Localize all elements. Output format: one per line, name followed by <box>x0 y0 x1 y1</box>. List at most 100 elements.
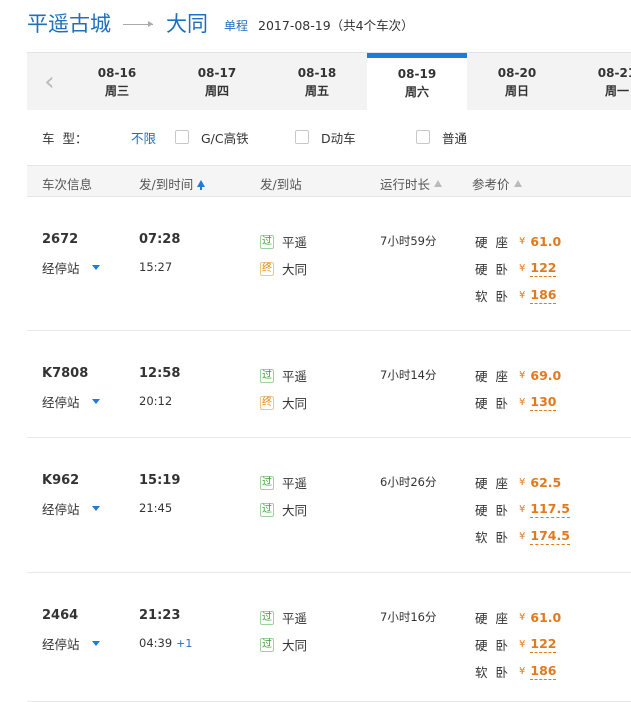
seat-class: 硬 座 <box>475 611 508 626</box>
yen-icon: ¥ <box>519 504 526 515</box>
station-type-badge: 终 <box>260 261 274 276</box>
stops-toggle[interactable]: 经停站 <box>42 499 100 518</box>
stops-toggle[interactable]: 经停站 <box>42 258 100 277</box>
date-tab[interactable]: 08-21 周一 <box>567 53 631 110</box>
seat-price: 硬 卧 ¥122 <box>475 635 557 654</box>
date-tab[interactable]: 08-19 周六 <box>367 53 467 111</box>
seat-class: 硬 卧 <box>475 503 508 518</box>
stops-label: 经停站 <box>42 637 80 652</box>
column-label: 发/到时间 <box>139 177 194 192</box>
depart-station: 过平遥 <box>260 366 307 385</box>
stops-toggle[interactable]: 经停站 <box>42 392 100 411</box>
price-tag[interactable]: ¥174.5 <box>519 528 570 545</box>
seat-price: 硬 卧 ¥130 <box>475 393 557 412</box>
depart-time: 12:58 <box>139 366 181 381</box>
column-duration[interactable]: 运行时长 <box>380 174 443 193</box>
station-type-badge: 过 <box>260 475 274 490</box>
caret-down-icon[interactable] <box>91 641 100 646</box>
seat-price: 硬 座 ¥61.0 <box>475 608 561 627</box>
depart-time: 21:23 <box>139 608 181 623</box>
train-row: K7808 经停站 12:58 20:12 过平遥终大同 7小时14分硬 座 ¥69.0 硬 … <box>27 331 631 438</box>
price-value[interactable]: 186 <box>530 663 557 680</box>
stops-label: 经停站 <box>42 261 80 276</box>
column-price[interactable]: 参考价 <box>472 174 522 193</box>
train-number[interactable]: 2672 <box>42 232 78 247</box>
station-name: 大同 <box>282 638 308 653</box>
seat-class: 硬 座 <box>475 476 508 491</box>
train-row: 2672 经停站 07:28 15:27 过平遥终大同 7小时59分 硬 座 ¥61.0 硬 卧… <box>27 197 631 331</box>
chevron-left-icon[interactable]: ‹ <box>27 53 72 110</box>
seat-price: 硬 座 ¥62.5 <box>475 473 561 492</box>
column-label: 发/到站 <box>260 177 302 192</box>
filter-option-label: 普通 <box>442 130 468 146</box>
seat-class: 硬 座 <box>475 369 508 384</box>
price-value[interactable]: 122 <box>530 260 557 277</box>
price-tag[interactable]: ¥186 <box>519 663 557 680</box>
column-station: 发/到站 <box>260 174 302 193</box>
date-tab[interactable]: 08-16 周三 <box>67 53 167 110</box>
price-tag[interactable]: ¥130 <box>519 394 557 411</box>
filter-value-all[interactable]: 不限 <box>131 128 156 147</box>
date-tab[interactable]: 08-17 周四 <box>167 53 267 110</box>
seat-class: 软 卧 <box>475 289 508 304</box>
checkbox[interactable] <box>416 130 430 144</box>
price-tag[interactable]: ¥122 <box>519 636 557 653</box>
date-tab-date: 08-21 <box>597 66 631 80</box>
price-tag[interactable]: ¥122 <box>519 260 557 277</box>
sort-up-icon[interactable] <box>434 180 443 187</box>
station-type-badge: 过 <box>260 502 274 517</box>
filter-option-label: D动车 <box>321 130 356 146</box>
train-number[interactable]: K7808 <box>42 366 88 381</box>
arrive-station: 过大同 <box>260 500 307 519</box>
yen-icon: ¥ <box>519 236 526 247</box>
price-tag[interactable]: ¥117.5 <box>519 501 570 518</box>
train-number[interactable]: K962 <box>42 473 79 488</box>
seat-price: 软 卧 ¥174.5 <box>475 527 570 546</box>
depart-time: 07:28 <box>139 232 181 247</box>
run-duration: 7小时14分 <box>380 368 437 382</box>
station-type-badge: 过 <box>260 368 274 383</box>
yen-icon: ¥ <box>519 612 526 623</box>
filter-option-normal[interactable]: 普通 <box>416 128 467 147</box>
column-time[interactable]: 发/到时间 <box>139 174 206 193</box>
arrive-time: 15:27 <box>139 260 173 274</box>
train-row: 2464 经停站 21:23 04:39 +1 过平遥过大同 7小时16分硬 座 ¥61.0 硬… <box>27 573 631 702</box>
station-name: 大同 <box>282 396 308 411</box>
filter-option-gc[interactable]: G/C高铁 <box>175 128 249 147</box>
price-value[interactable]: 186 <box>530 287 557 304</box>
yen-icon: ¥ <box>519 531 526 542</box>
yen-icon: ¥ <box>519 639 526 650</box>
price-value: 61.0 <box>530 610 562 625</box>
date-tab-weekday: 周六 <box>404 85 429 99</box>
sort-up-icon[interactable] <box>513 180 522 187</box>
yen-icon: ¥ <box>519 263 526 274</box>
date-tab-weekday: 周四 <box>204 84 229 98</box>
price-value[interactable]: 117.5 <box>530 501 570 518</box>
price-value[interactable]: 122 <box>530 636 557 653</box>
caret-down-icon[interactable] <box>91 506 100 511</box>
price-value[interactable]: 174.5 <box>530 528 570 545</box>
arrive-time: 20:12 <box>139 394 173 408</box>
seat-class: 硬 卧 <box>475 396 508 411</box>
caret-down-icon[interactable] <box>91 265 100 270</box>
checkbox[interactable] <box>295 130 309 144</box>
yen-icon: ¥ <box>519 666 526 677</box>
price-tag: ¥61.0 <box>519 610 561 625</box>
sort-up-icon[interactable] <box>197 180 206 190</box>
train-number[interactable]: 2464 <box>42 608 78 623</box>
column-label: 运行时长 <box>380 177 431 192</box>
arrive-station: 终大同 <box>260 259 307 278</box>
checkbox[interactable] <box>175 130 189 144</box>
station-name: 大同 <box>282 262 308 277</box>
price-value[interactable]: 130 <box>530 394 557 411</box>
trip-type-link[interactable]: 单程 <box>224 17 248 34</box>
stops-toggle[interactable]: 经停站 <box>42 634 100 653</box>
caret-down-icon[interactable] <box>91 399 100 404</box>
seat-class: 硬 卧 <box>475 262 508 277</box>
price-tag[interactable]: ¥186 <box>519 287 557 304</box>
date-tab[interactable]: 08-20 周日 <box>467 53 567 110</box>
arrive-station: 终大同 <box>260 393 307 412</box>
price-value: 69.0 <box>530 368 562 383</box>
filter-option-d[interactable]: D动车 <box>295 128 356 147</box>
date-tab[interactable]: 08-18 周五 <box>267 53 367 110</box>
